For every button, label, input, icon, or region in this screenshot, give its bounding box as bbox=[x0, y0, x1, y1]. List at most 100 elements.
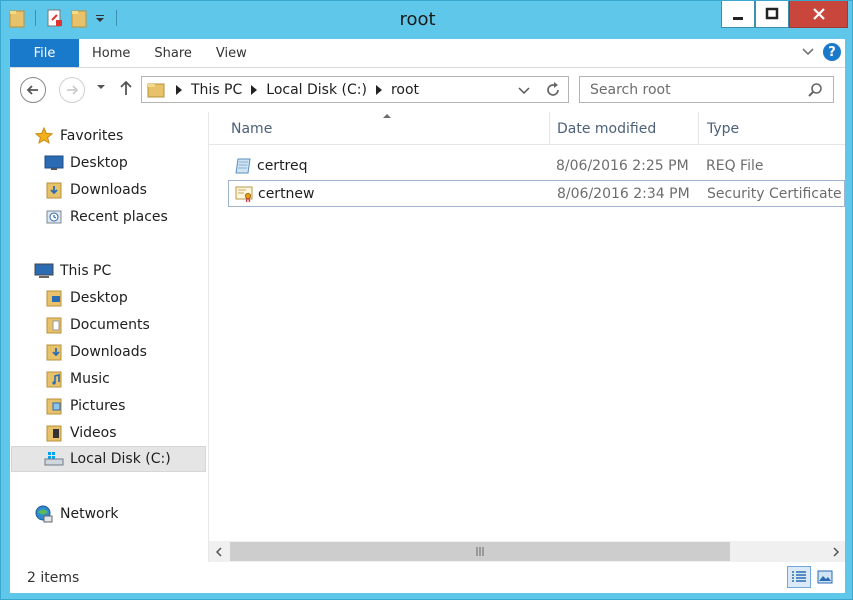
tab-view[interactable]: View bbox=[216, 46, 247, 61]
star-icon bbox=[34, 126, 54, 146]
large-icons-view-button[interactable] bbox=[813, 566, 837, 588]
file-row-certreq[interactable]: certreq 8/06/2016 2:25 PM REQ File bbox=[228, 153, 845, 180]
folder-icon bbox=[147, 83, 165, 97]
breadcrumb-local-disk[interactable]: Local Disk (C:) bbox=[266, 82, 367, 98]
sidebar-item-label: Network bbox=[60, 506, 119, 522]
scroll-right-button[interactable] bbox=[826, 541, 845, 562]
file-name: certnew bbox=[258, 186, 315, 202]
column-separator[interactable] bbox=[698, 112, 699, 145]
chevron-down-icon[interactable] bbox=[518, 86, 530, 96]
sidebar-item-downloads[interactable]: Downloads bbox=[44, 177, 204, 203]
window-controls bbox=[721, 1, 848, 28]
scroll-left-button[interactable] bbox=[209, 541, 228, 562]
forward-arrow-icon bbox=[67, 85, 79, 95]
expand-ribbon-icon[interactable] bbox=[801, 45, 815, 59]
scrollbar-thumb[interactable] bbox=[230, 542, 730, 561]
sidebar-item-desktop[interactable]: Desktop bbox=[44, 150, 204, 176]
item-count: 2 items bbox=[27, 570, 80, 586]
horizontal-scrollbar[interactable] bbox=[209, 541, 845, 562]
file-row-certnew[interactable]: certnew 8/06/2016 2:34 PM Security Certi… bbox=[228, 180, 845, 207]
network-icon bbox=[34, 504, 54, 524]
desktop-folder-icon bbox=[44, 288, 64, 308]
sidebar-item-label: Desktop bbox=[70, 290, 128, 306]
forward-button[interactable] bbox=[59, 77, 85, 103]
sidebar-item-documents[interactable]: Documents bbox=[44, 312, 204, 338]
music-folder-icon bbox=[44, 369, 64, 389]
req-file-icon bbox=[235, 158, 251, 174]
file-type: REQ File bbox=[706, 158, 764, 174]
navigation-bar: This PC Local Disk (C:) root Search root bbox=[10, 68, 845, 112]
sidebar-item-label: Downloads bbox=[70, 182, 147, 198]
sidebar-item-music[interactable]: Music bbox=[44, 366, 204, 392]
chevron-left-icon bbox=[215, 546, 222, 557]
sidebar-item-network[interactable]: Network bbox=[34, 501, 204, 527]
sidebar-item-label: Music bbox=[70, 371, 110, 387]
sidebar-item-label: Favorites bbox=[60, 128, 124, 144]
details-view-icon bbox=[792, 571, 806, 582]
breadcrumb-this-pc[interactable]: This PC bbox=[191, 82, 242, 98]
navigation-pane: Favorites Desktop Downloads Recent place… bbox=[10, 112, 208, 562]
file-date: 8/06/2016 2:25 PM bbox=[556, 158, 689, 174]
details-view-button[interactable] bbox=[787, 566, 811, 588]
back-arrow-icon bbox=[26, 85, 38, 95]
status-bar: 2 items bbox=[10, 562, 845, 593]
recent-places-icon bbox=[44, 207, 64, 227]
sidebar-item-videos[interactable]: Videos bbox=[44, 420, 204, 446]
main-area: Favorites Desktop Downloads Recent place… bbox=[10, 112, 845, 562]
downloads-folder-icon bbox=[44, 180, 64, 200]
sidebar-item-label: This PC bbox=[60, 263, 112, 279]
breadcrumb-arrow-icon[interactable] bbox=[176, 84, 182, 95]
sidebar-item-label: Local Disk (C:) bbox=[70, 451, 171, 467]
search-placeholder: Search root bbox=[590, 81, 671, 98]
chevron-right-icon bbox=[832, 546, 839, 557]
breadcrumb: This PC Local Disk (C:) root bbox=[176, 82, 419, 98]
sidebar-item-label: Desktop bbox=[70, 155, 128, 171]
search-icon[interactable] bbox=[807, 82, 823, 98]
drive-icon bbox=[44, 449, 64, 469]
search-input[interactable]: Search root bbox=[579, 76, 834, 103]
sidebar-item-this-pc[interactable]: This PC bbox=[34, 258, 204, 284]
tab-share[interactable]: Share bbox=[154, 46, 192, 61]
documents-folder-icon bbox=[44, 315, 64, 335]
up-arrow-icon[interactable] bbox=[118, 79, 134, 97]
sidebar-item-label: Documents bbox=[70, 317, 150, 333]
back-button[interactable] bbox=[20, 77, 46, 103]
videos-folder-icon bbox=[44, 423, 64, 443]
refresh-icon[interactable] bbox=[544, 81, 562, 99]
maximize-button[interactable] bbox=[755, 1, 789, 28]
breadcrumb-arrow-icon[interactable] bbox=[251, 84, 258, 95]
file-list: Name Date modified Type certreq 8/06/201… bbox=[209, 112, 845, 562]
tab-file[interactable]: File bbox=[10, 39, 79, 67]
breadcrumb-root[interactable]: root bbox=[391, 82, 419, 98]
ribbon: File Home Share View ? bbox=[10, 39, 845, 68]
downloads-folder-icon bbox=[44, 342, 64, 362]
sidebar-item-label: Recent places bbox=[70, 209, 168, 225]
sidebar-item-pictures[interactable]: Pictures bbox=[44, 393, 204, 419]
column-header-type[interactable]: Type bbox=[707, 121, 739, 137]
close-button[interactable] bbox=[789, 1, 848, 28]
address-bar[interactable]: This PC Local Disk (C:) root bbox=[141, 76, 569, 103]
recent-locations-icon[interactable] bbox=[96, 83, 106, 91]
sidebar-item-local-disk[interactable]: Local Disk (C:) bbox=[11, 446, 206, 472]
help-icon[interactable]: ? bbox=[823, 43, 841, 61]
column-header-name[interactable]: Name bbox=[231, 121, 272, 137]
sidebar-item-recent-places[interactable]: Recent places bbox=[44, 204, 204, 230]
minimize-button[interactable] bbox=[721, 1, 755, 28]
pictures-folder-icon bbox=[44, 396, 64, 416]
file-date: 8/06/2016 2:34 PM bbox=[557, 186, 690, 202]
grip-icon bbox=[476, 547, 484, 556]
tab-home[interactable]: Home bbox=[92, 46, 130, 61]
sidebar-item-favorites[interactable]: Favorites bbox=[34, 123, 204, 149]
maximize-icon bbox=[765, 7, 779, 20]
sidebar-item-label: Videos bbox=[70, 425, 117, 441]
sort-ascending-icon bbox=[383, 114, 391, 118]
column-separator[interactable] bbox=[549, 112, 550, 145]
sidebar-item-pc-desktop[interactable]: Desktop bbox=[44, 285, 204, 311]
file-type: Security Certificate bbox=[707, 186, 842, 202]
column-header-date[interactable]: Date modified bbox=[557, 121, 656, 137]
column-headers: Name Date modified Type bbox=[209, 112, 845, 145]
sidebar-item-label: Pictures bbox=[70, 398, 126, 414]
breadcrumb-arrow-icon[interactable] bbox=[375, 84, 382, 95]
sidebar-item-pc-downloads[interactable]: Downloads bbox=[44, 339, 204, 365]
large-icons-view-icon bbox=[817, 570, 833, 584]
